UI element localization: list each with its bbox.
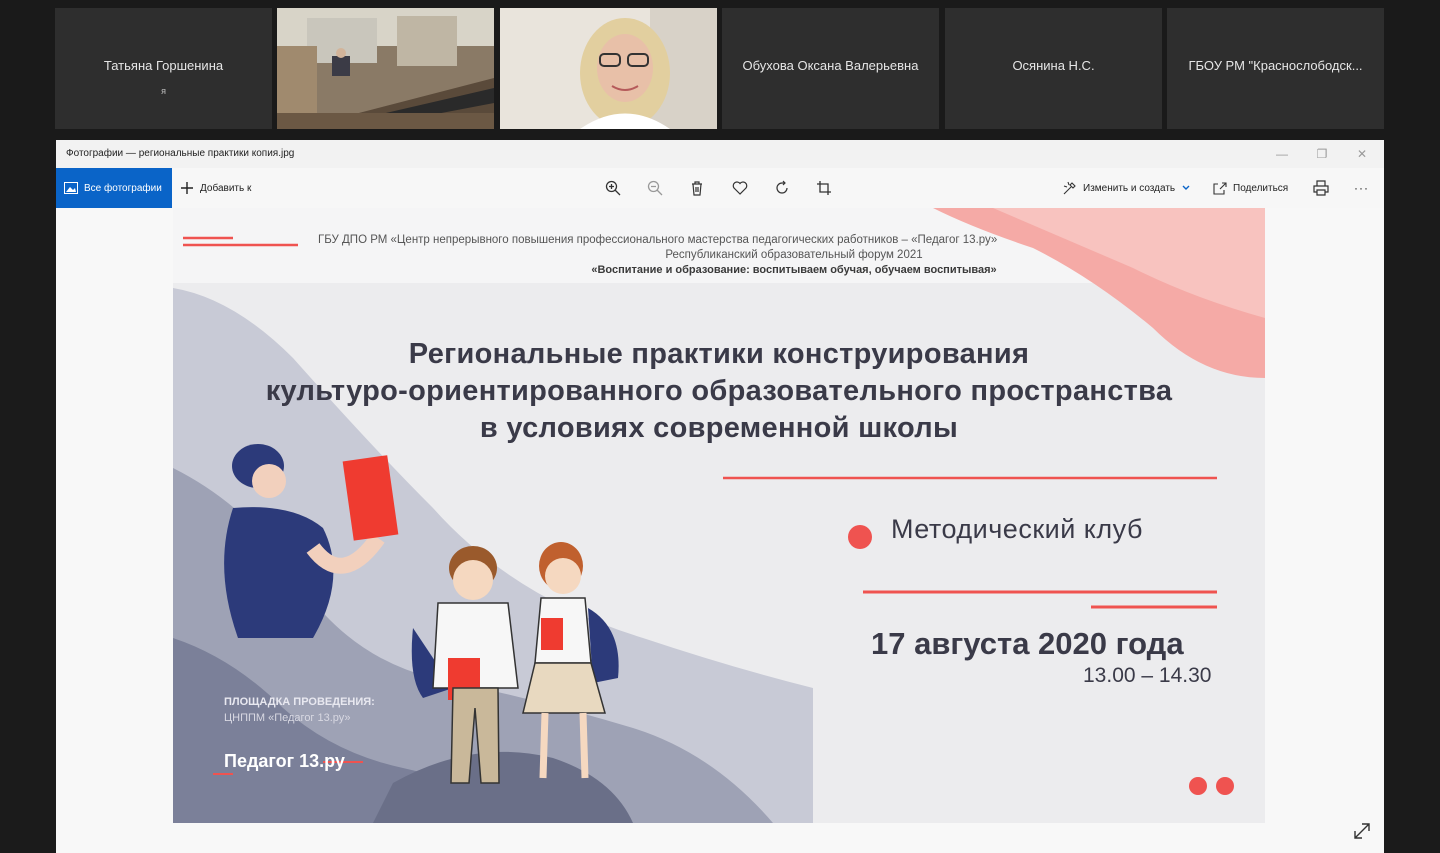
minimize-button[interactable]: —: [1262, 144, 1302, 164]
participant-name: Осянина Н.С.: [1012, 58, 1095, 73]
slide-title: Региональные практики конструирования ку…: [173, 336, 1265, 447]
edit-create-button[interactable]: Изменить и создать: [1063, 168, 1191, 208]
delete-icon[interactable]: [688, 179, 706, 197]
all-photos-button[interactable]: Все фотографии: [56, 168, 172, 208]
slide-organization: ГБУ ДПО РМ «Центр непрерывного повышения…: [318, 234, 998, 246]
participant-name: Татьяна Горшенина: [103, 58, 224, 73]
participant-self-label: я: [161, 86, 166, 96]
slide-forum: Республиканский образовательный форум 20…: [665, 249, 923, 261]
participant-name: Обухова Оксана Валерьевна: [742, 58, 919, 73]
zoom-out-icon[interactable]: [646, 179, 664, 197]
print-icon[interactable]: [1312, 179, 1330, 197]
participants-strip: Татьяна Горшенина я Обухова Оксана Валер…: [0, 0, 1440, 140]
participant-tile[interactable]: Татьяна Горшенина я: [55, 8, 272, 129]
plus-icon: [181, 182, 193, 194]
participant-tile[interactable]: ГБОУ РМ "Краснослободск...: [1167, 8, 1384, 129]
slide-date: 17 августа 2020 года: [871, 626, 1184, 661]
slide-brand: Педагог 13.ру: [224, 751, 345, 771]
slide-theme: «Воспитание и образование: воспитываем о…: [591, 264, 997, 276]
share-icon: [1213, 182, 1227, 195]
expand-icon[interactable]: [1352, 821, 1372, 841]
participant-video-webcam[interactable]: [500, 8, 717, 129]
share-label: Поделиться: [1233, 182, 1289, 194]
participant-video-conference-room[interactable]: [277, 8, 494, 129]
heart-icon[interactable]: [731, 179, 749, 197]
more-options-button[interactable]: ···: [1354, 168, 1369, 208]
slide-title-line: Региональные практики конструирования: [408, 338, 1030, 370]
all-photos-label: Все фотографии: [84, 182, 162, 194]
share-button[interactable]: Поделиться: [1213, 168, 1288, 208]
toolbar: Все фотографии Добавить к Изменить и соз…: [56, 168, 1384, 208]
participant-tile[interactable]: Осянина Н.С.: [945, 8, 1162, 129]
crop-icon[interactable]: [815, 179, 833, 197]
maximize-button[interactable]: ❐: [1302, 144, 1342, 164]
add-to-button[interactable]: Добавить к: [180, 168, 251, 208]
slide-time: 13.00 – 14.30: [1083, 664, 1212, 687]
photos-icon: [64, 182, 78, 194]
window-title: Фотографии — региональные практики копия…: [66, 148, 295, 159]
add-to-label: Добавить к: [200, 182, 252, 194]
photos-window: Фотографии — региональные практики копия…: [56, 140, 1384, 853]
slide-venue: ЦНППМ «Педагог 13.ру»: [224, 712, 351, 724]
zoom-in-icon[interactable]: [604, 179, 622, 197]
title-bar[interactable]: Фотографии — региональные практики копия…: [56, 140, 1384, 168]
rotate-icon[interactable]: [773, 179, 791, 197]
participant-tile[interactable]: Обухова Оксана Валерьевна: [722, 8, 939, 129]
slide-title-line: в условиях современной школы: [479, 412, 959, 444]
chevron-down-icon: [1182, 185, 1190, 190]
conference-room-video: [277, 8, 494, 129]
webcam-video: [500, 8, 717, 129]
edit-create-label: Изменить и создать: [1083, 182, 1176, 194]
slide-title-line: культуро-ориентированного образовательно…: [265, 375, 1173, 407]
slide-venue-heading: ПЛОЩАДКА ПРОВЕДЕНИЯ:: [224, 696, 375, 708]
slide-image: ГБУ ДПО РМ «Центр непрерывного повышения…: [173, 208, 1265, 823]
slide-club: Методический клуб: [891, 514, 1143, 544]
image-viewer: ГБУ ДПО РМ «Центр непрерывного повышения…: [56, 208, 1384, 853]
participant-name: ГБОУ РМ "Краснослободск...: [1188, 58, 1363, 73]
close-button[interactable]: ✕: [1342, 144, 1382, 164]
edit-icon: [1063, 181, 1076, 195]
